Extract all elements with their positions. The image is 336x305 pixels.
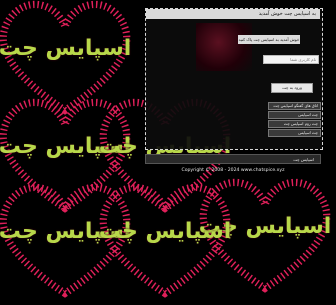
enter-chat-button[interactable]: ورود به چت: [271, 83, 313, 93]
welcome-text: خوش آمدید به اسپایس چت پاک کنید: [238, 35, 300, 44]
logo-text: اسپایس چت: [0, 36, 132, 61]
menu-item-chatroom[interactable]: چت روم اسپایس چت: [268, 120, 321, 128]
panel-header: به اسپایس چت خوش آمدید: [146, 9, 320, 19]
heart-logo-tile: اسپایس چت: [90, 175, 240, 305]
copyright-text: Copyright © 2008 - 2024 www.chatspice.xy…: [181, 168, 285, 173]
menu-item-chat-rooms[interactable]: اتاق های گفتگو اسپایس چت: [268, 102, 321, 110]
bottom-link[interactable]: اسپایس چت: [145, 154, 321, 164]
menu-item-spice-chat[interactable]: چت اسپایس: [268, 111, 321, 119]
nickname-input[interactable]: [263, 55, 319, 64]
hero-image: [196, 23, 252, 71]
menu-item-chat[interactable]: چت اسپایس: [268, 129, 321, 137]
logo-text: اسپایس چت: [98, 219, 232, 244]
